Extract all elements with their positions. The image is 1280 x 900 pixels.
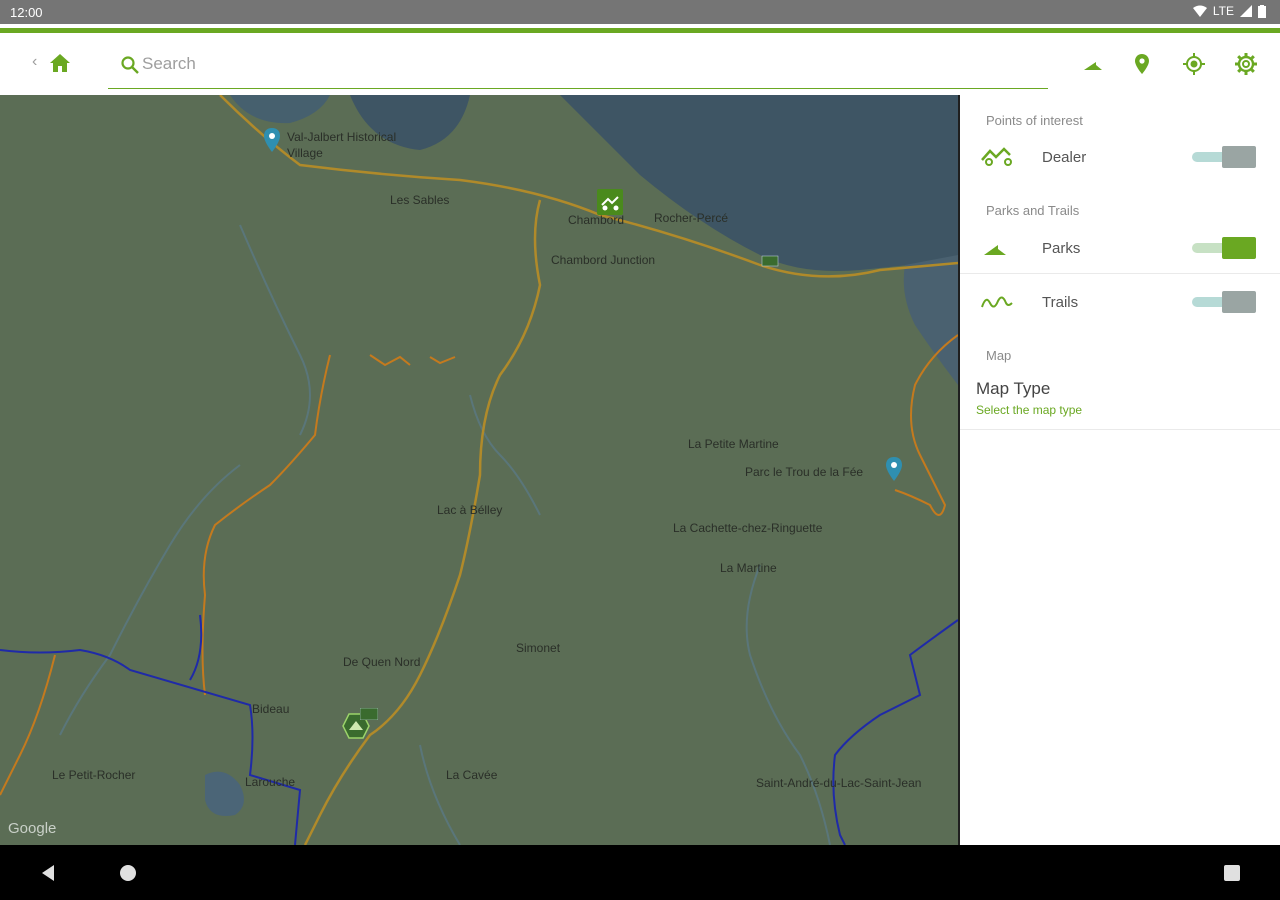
toolbar: ‹ xyxy=(0,33,1280,95)
map-label: Larouche xyxy=(245,775,296,789)
divider xyxy=(960,429,1280,430)
attraction-pin-icon[interactable] xyxy=(885,457,903,481)
nav-recents-icon[interactable] xyxy=(1224,865,1240,881)
dealer-label: Dealer xyxy=(1042,149,1087,166)
small-lake xyxy=(205,771,244,816)
parks-toggle[interactable] xyxy=(1192,237,1256,259)
parks-icon[interactable] xyxy=(1082,52,1106,76)
map-label: La Petite Martine xyxy=(688,437,779,451)
search-bar[interactable] xyxy=(108,43,1048,89)
map-label: Parc le Trou de la Fée xyxy=(745,465,864,479)
map-label: Simonet xyxy=(516,641,561,655)
layers-panel: Points of interest Dealer Parks and Trai… xyxy=(958,95,1280,845)
dealer-icon xyxy=(981,147,1012,166)
trails-toggle[interactable] xyxy=(1192,291,1256,313)
search-icon xyxy=(121,56,139,74)
east-water xyxy=(903,255,958,385)
signal-icon xyxy=(1240,5,1252,17)
home-icon[interactable] xyxy=(48,51,72,75)
dealer-toggle[interactable] xyxy=(1192,146,1256,168)
toggle-thumb xyxy=(1222,291,1256,313)
map-label: Rocher-Percé xyxy=(654,211,729,225)
toggle-thumb xyxy=(1222,237,1256,259)
trails-label: Trails xyxy=(1042,294,1079,311)
location-pin-icon[interactable] xyxy=(1130,52,1154,76)
parks-label: Parks xyxy=(1042,240,1081,257)
dealer-marker-icon[interactable] xyxy=(597,189,623,215)
map-label: Bideau xyxy=(252,702,290,716)
divider xyxy=(960,273,1280,274)
status-bar: 12:00 LTE xyxy=(0,0,1280,24)
status-icons: LTE xyxy=(1192,4,1266,18)
section-title-parks-trails: Parks and Trails xyxy=(986,203,1080,218)
wifi-icon xyxy=(1192,5,1207,17)
lake-water xyxy=(230,95,958,271)
map-label: Lac à Bélley xyxy=(437,503,503,517)
map-label: La Cachette-chez-Ringuette xyxy=(673,521,823,535)
map-label: Val-Jalbert Historical Village xyxy=(287,130,397,160)
map-label: La Cavée xyxy=(446,768,498,782)
map-label: Chambord Junction xyxy=(551,253,656,267)
google-attribution: Google xyxy=(8,820,57,837)
network-type: LTE xyxy=(1212,4,1234,18)
section-title-poi: Points of interest xyxy=(986,113,1083,128)
attraction-pin-icon[interactable] xyxy=(263,128,281,152)
map-label: Saint-André-du-Lac-Saint-Jean xyxy=(756,776,922,790)
trails xyxy=(0,334,958,796)
system-nav-bar xyxy=(0,845,1280,900)
nav-home-icon[interactable] xyxy=(120,865,136,881)
map-label: Chambord xyxy=(568,213,625,227)
nav-back-icon[interactable] xyxy=(40,864,56,882)
parks-icon xyxy=(984,245,1006,255)
road-number-badge xyxy=(360,708,378,720)
map-view[interactable]: Val-Jalbert Historical Village Les Sable… xyxy=(0,95,958,845)
section-title-map: Map xyxy=(986,348,1012,363)
route-badge xyxy=(761,255,779,267)
map-label: Le Petit-Rocher xyxy=(52,768,136,782)
my-location-icon[interactable] xyxy=(1182,52,1206,76)
map-label: Les Sables xyxy=(390,193,450,207)
map-label: La Martine xyxy=(720,561,777,575)
map-type-title[interactable]: Map Type xyxy=(976,379,1050,399)
toggle-thumb xyxy=(1222,146,1256,168)
search-input[interactable] xyxy=(142,51,1022,77)
boundaries xyxy=(0,614,958,845)
battery-icon xyxy=(1258,4,1266,18)
status-time: 12:00 xyxy=(10,5,43,20)
back-chevron-icon[interactable]: ‹ xyxy=(32,53,37,71)
settings-icon[interactable] xyxy=(1234,52,1258,76)
rivers xyxy=(59,224,831,845)
trails-icon xyxy=(981,296,1013,308)
map-label: De Quen Nord xyxy=(343,655,421,669)
map-type-subtitle[interactable]: Select the map type xyxy=(976,403,1082,417)
